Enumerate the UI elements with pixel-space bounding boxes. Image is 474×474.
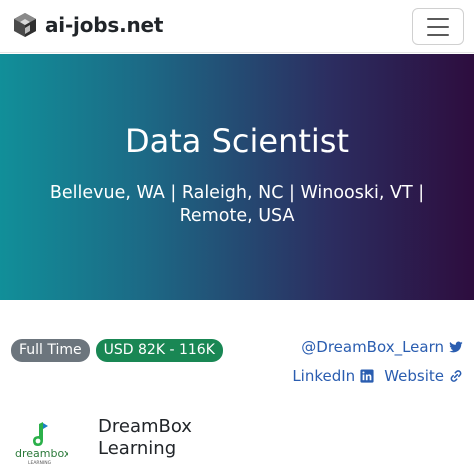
linkedin-label: LinkedIn [292,367,356,385]
menu-toggle-button[interactable] [412,8,464,45]
linkedin-icon [360,369,374,383]
employment-type-badge[interactable]: Full Time [11,339,90,362]
svg-text:dreambox: dreambox [15,447,68,460]
salary-badge[interactable]: USD 82K - 116K [95,339,223,362]
brand-name: ai-jobs.net [45,13,164,37]
svg-text:LEARNING: LEARNING [28,460,52,466]
hamburger-icon [427,17,449,20]
social-links-row-2: LinkedIn Website [292,367,463,385]
social-links-row-1: @DreamBox_Learn [301,338,463,356]
twitter-link[interactable]: @DreamBox_Learn [301,338,463,356]
website-link[interactable]: Website [384,367,463,385]
company-logo: dreambox LEARNING [12,420,71,466]
job-badges: Full Time USD 82K - 116K [11,339,223,362]
brand-link[interactable]: ai-jobs.net [12,12,163,38]
job-hero-banner: Data Scientist Bellevue, WA | Raleigh, N… [0,54,474,300]
link-chain-icon [450,370,462,382]
company-name-line-1: DreamBox [98,416,192,437]
linkedin-link[interactable]: LinkedIn [292,367,374,385]
website-label: Website [384,367,444,385]
dreambox-logo-icon: dreambox LEARNING [15,422,71,466]
job-locations: Bellevue, WA | Raleigh, NC | Winooski, V… [49,183,425,226]
cube-logo-icon [14,13,36,37]
job-title: Data Scientist [125,122,349,160]
company-name-line-2: Learning [98,438,177,459]
twitter-handle: @DreamBox_Learn [301,338,444,356]
twitter-icon [449,341,463,353]
top-navbar: ai-jobs.net [0,0,474,53]
company-name[interactable]: DreamBox Learning [98,416,298,460]
